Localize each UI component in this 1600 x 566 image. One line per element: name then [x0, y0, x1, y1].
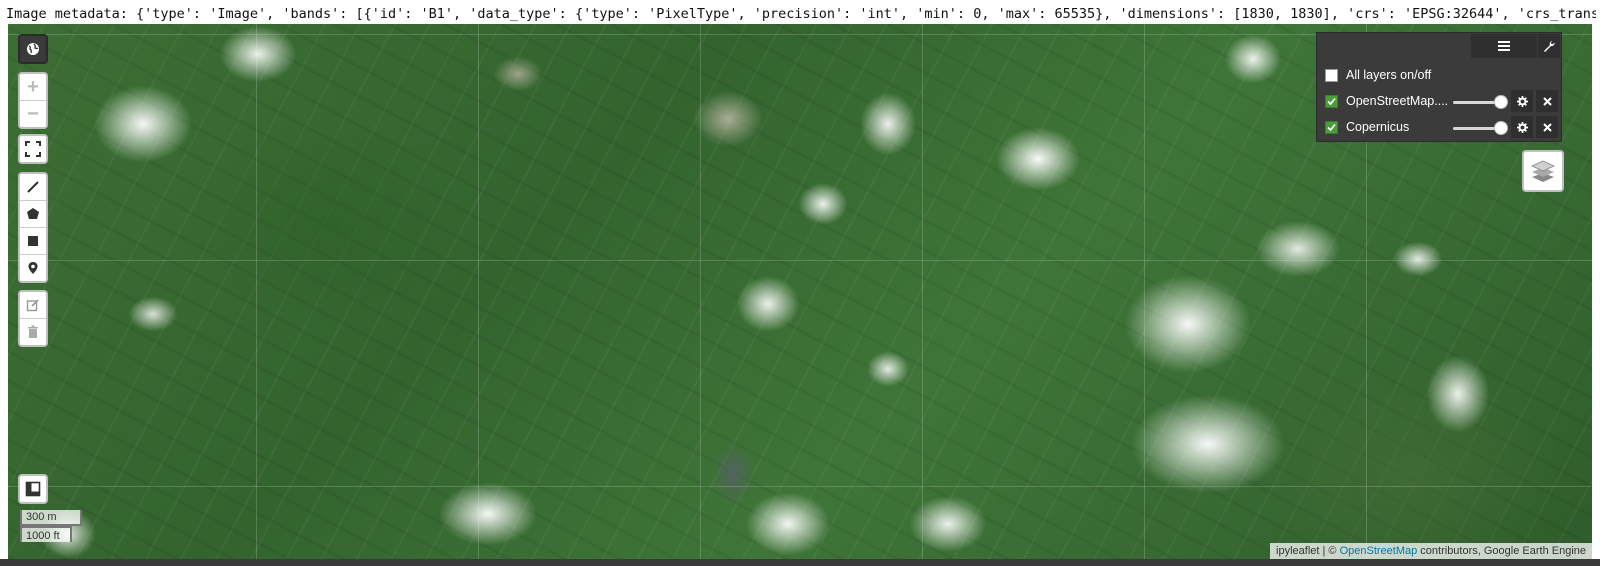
globe-icon [27, 43, 39, 55]
split-map-icon [25, 481, 41, 497]
opacity-slider-handle[interactable] [1494, 95, 1508, 109]
graticule-line [700, 24, 701, 559]
fullscreen-icon [25, 141, 41, 157]
layer-name: Copernicus [1346, 120, 1410, 134]
layer-remove-button[interactable] [1536, 116, 1558, 138]
graticule-line [256, 24, 257, 559]
check-icon [1327, 97, 1336, 105]
zoom-in-button[interactable]: + [20, 74, 46, 101]
layer-settings-button[interactable] [1511, 90, 1533, 112]
list-icon [1498, 41, 1510, 51]
gear-icon [1516, 121, 1528, 133]
layer-remove-button[interactable] [1536, 90, 1558, 112]
draw-polyline-button[interactable] [20, 174, 46, 201]
rectangle-icon [28, 236, 38, 246]
close-icon [1542, 122, 1552, 132]
layer-manager-panel: All layers on/off OpenStreetMap.... Cope… [1316, 32, 1562, 142]
layers-control-button[interactable] [1522, 150, 1564, 192]
edit-icon [26, 299, 39, 312]
layer-list-tab[interactable] [1471, 34, 1537, 58]
edit-layers-button[interactable] [20, 292, 46, 319]
globe-button[interactable] [18, 34, 48, 64]
draw-polygon-button[interactable] [20, 201, 46, 228]
output-area-border [0, 559, 1600, 566]
layer-visibility-checkbox[interactable] [1325, 94, 1338, 108]
trash-icon [28, 325, 38, 338]
layer-panel-header [1317, 33, 1561, 59]
attribution-prefix[interactable]: ipyleaflet [1276, 545, 1319, 557]
layers-icon [1531, 160, 1555, 182]
layer-visibility-checkbox[interactable] [1325, 120, 1338, 134]
attribution-suffix: contributors, Google Earth Engine [1417, 545, 1586, 557]
osm-link[interactable]: OpenStreetMap [1340, 545, 1418, 557]
close-icon [1542, 96, 1552, 106]
layer-name: OpenStreetMap.... [1346, 94, 1449, 108]
toolbar-tools-tab[interactable] [1538, 34, 1560, 58]
scale-metric: 300 m [20, 510, 82, 526]
all-layers-label: All layers on/off [1346, 68, 1432, 82]
scale-imperial: 1000 ft [20, 526, 72, 542]
polygon-icon [27, 208, 39, 219]
layer-row-copernicus: Copernicus [1325, 117, 1409, 137]
graticule-line [8, 486, 1592, 487]
marker-icon [28, 262, 38, 274]
map-attribution: ipyleaflet | © OpenStreetMap contributor… [1270, 543, 1592, 559]
layer-settings-button[interactable] [1511, 116, 1533, 138]
check-icon [1327, 123, 1336, 131]
draw-toolbar [18, 172, 48, 283]
graticule-line [478, 24, 479, 559]
attribution-separator: | © [1319, 545, 1340, 557]
zoom-in-label: + [27, 76, 39, 98]
draw-rectangle-button[interactable] [20, 228, 46, 255]
all-layers-checkbox[interactable] [1325, 68, 1338, 82]
zoom-out-label: − [27, 103, 39, 125]
fullscreen-button[interactable] [18, 134, 48, 164]
wrench-icon [1544, 40, 1555, 52]
draw-marker-button[interactable] [20, 255, 46, 281]
split-map-button[interactable] [18, 474, 48, 504]
zoom-control: + − [18, 72, 48, 129]
opacity-slider-handle[interactable] [1494, 121, 1508, 135]
graticule-line [1144, 24, 1145, 559]
polyline-icon [27, 181, 39, 193]
zoom-out-button[interactable]: − [20, 101, 46, 127]
map-canvas[interactable]: + − 300 m 1000 ft All layers on/off Open… [8, 24, 1592, 559]
all-layers-row: All layers on/off [1325, 65, 1431, 85]
graticule-line [8, 260, 1592, 261]
graticule-line [922, 24, 923, 559]
layer-row-osm: OpenStreetMap.... [1325, 91, 1448, 111]
delete-layers-button[interactable] [20, 319, 46, 345]
metadata-output: Image metadata: {'type': 'Image', 'bands… [6, 6, 1596, 22]
gear-icon [1516, 95, 1528, 107]
edit-toolbar [18, 290, 48, 347]
